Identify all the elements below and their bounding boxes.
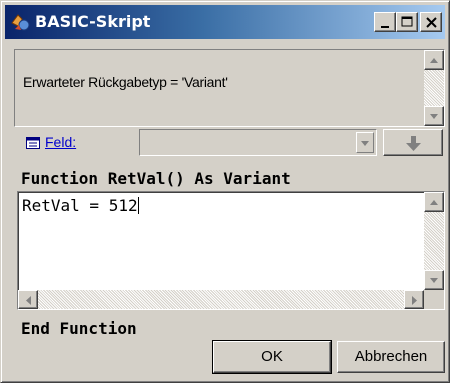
return-type-text: Erwarteter Rückgabetyp = 'Variant' <box>23 74 228 90</box>
text-caret <box>137 197 139 214</box>
field-dropdown[interactable] <box>139 129 377 156</box>
scroll-up-arrow-icon <box>430 200 438 205</box>
script-app-icon <box>9 11 31 33</box>
editor-scroll-down-button[interactable] <box>424 270 444 290</box>
function-header: Function RetVal() As Variant <box>21 169 291 188</box>
insert-field-button[interactable] <box>383 129 443 156</box>
scroll-right-arrow-icon <box>412 296 417 305</box>
field-label-link[interactable]: Feld: <box>45 134 76 150</box>
scroll-down-arrow-icon <box>430 278 438 283</box>
ok-button[interactable]: OK <box>212 340 332 374</box>
basic-script-dialog: BASIC-Skript Erwarteter Rückgabetyp = 'V… <box>0 0 450 383</box>
editor-scroll-up-button[interactable] <box>424 192 444 212</box>
scroll-down-arrow-icon <box>430 114 438 119</box>
scroll-up-arrow-icon <box>430 58 438 63</box>
script-editor-text[interactable]: RetVal = 512 <box>22 196 139 215</box>
cancel-button[interactable]: Abbrechen <box>337 341 445 373</box>
window-title: BASIC-Skript <box>35 12 151 31</box>
function-footer: End Function <box>21 319 137 338</box>
maximize-icon <box>401 16 413 27</box>
info-scroll-up-button[interactable] <box>424 50 444 70</box>
insert-down-arrow-icon <box>406 136 421 151</box>
script-editor[interactable]: RetVal = 512 <box>17 191 445 310</box>
minimize-icon <box>381 26 389 28</box>
title-bar[interactable]: BASIC-Skript <box>5 5 445 39</box>
field-dropdown-button[interactable] <box>356 132 374 153</box>
close-button[interactable] <box>420 12 442 32</box>
info-scrollbar[interactable] <box>424 50 444 126</box>
minimize-button[interactable] <box>374 12 396 32</box>
chevron-down-icon <box>361 141 369 146</box>
scroll-left-arrow-icon <box>26 296 31 305</box>
editor-horizontal-scrollbar[interactable] <box>18 290 424 309</box>
info-scroll-down-button[interactable] <box>424 106 444 126</box>
editor-scroll-right-button[interactable] <box>404 290 424 309</box>
scrollbar-corner <box>424 290 444 309</box>
return-type-info-box: Erwarteter Rückgabetyp = 'Variant' <box>14 49 445 127</box>
editor-scroll-left-button[interactable] <box>18 290 38 309</box>
script-code-line: RetVal = 512 <box>22 196 138 215</box>
editor-vertical-scrollbar[interactable] <box>424 192 444 290</box>
maximize-button[interactable] <box>396 12 418 32</box>
field-icon <box>26 136 40 149</box>
close-icon <box>426 17 437 28</box>
